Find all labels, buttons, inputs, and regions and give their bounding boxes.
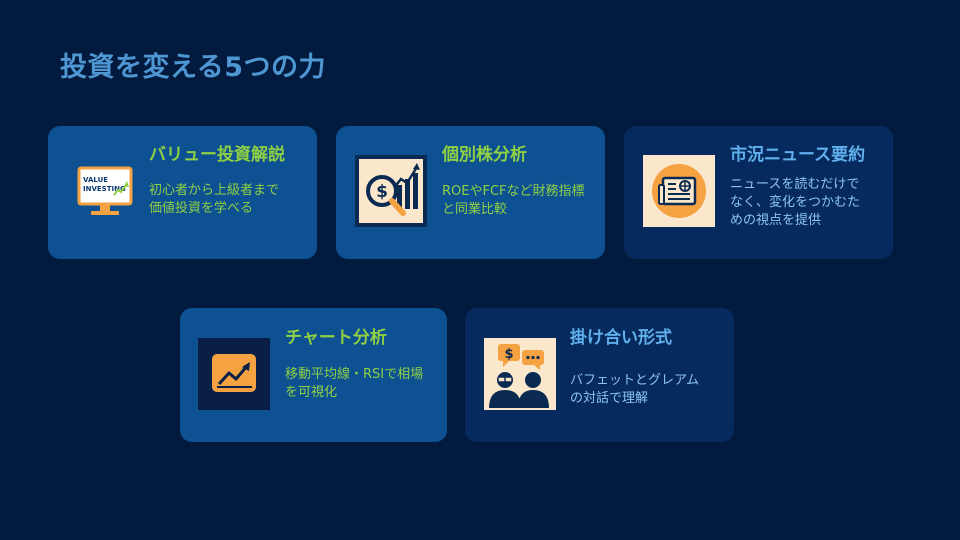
value-investing-monitor-icon: VALUE INVESTING (76, 166, 148, 218)
newspaper-icon (643, 155, 715, 227)
card-market-news[interactable]: 市況ニュース要約 ニュースを読むだけで なく、変化をつかむた めの視点を提供 (624, 126, 893, 259)
card-dialogue-format[interactable]: $ 掛け合い形式 バフェットとグレアム の対話で理解 (465, 308, 734, 442)
card-description: ROEやFCFなど財務指標 と同業比較 (442, 184, 585, 217)
card-title: 個別株分析 (442, 145, 527, 165)
dollar-magnifier-chart-icon: $ (355, 155, 427, 227)
icon-text-value: VALUE (83, 176, 108, 184)
card-value-investing[interactable]: VALUE INVESTING バリュー投資解説 初心者から上級者まで 価値投資… (48, 126, 317, 259)
card-description: バフェットとグレアム の対話で理解 (570, 373, 700, 406)
card-title: バリュー投資解説 (149, 145, 285, 165)
card-chart-analysis[interactable]: チャート分析 移動平均線・RSIで相場 を可視化 (180, 308, 447, 442)
svg-text:$: $ (376, 182, 388, 202)
conversation-people-icon: $ (484, 338, 556, 410)
card-description: 初心者から上級者まで 価値投資を学べる (149, 183, 280, 216)
card-title: 市況ニュース要約 (730, 145, 866, 165)
slide-title: 投資を変える5つの力 (60, 52, 326, 83)
card-title: チャート分析 (285, 328, 387, 348)
card-description: 移動平均線・RSIで相場 を可視化 (285, 367, 424, 400)
card-title: 掛け合い形式 (570, 328, 672, 348)
dollar-sign: $ (504, 347, 513, 362)
card-description: ニュースを読むだけで なく、変化をつかむた めの視点を提供 (730, 177, 861, 228)
trend-chart-icon (198, 338, 270, 410)
card-stock-analysis[interactable]: $ 個別株分析 ROEやFCFなど財務指標 と同業比較 (336, 126, 605, 259)
